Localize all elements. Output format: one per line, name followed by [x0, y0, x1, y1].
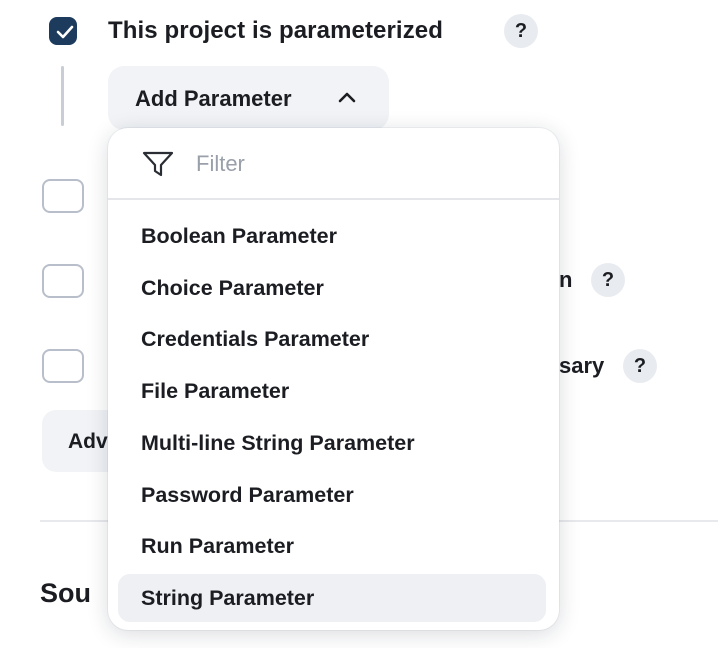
filter-input[interactable] — [194, 146, 528, 182]
menu-item-label: String Parameter — [141, 585, 315, 610]
menu-item-label: Multi-line String Parameter — [141, 430, 415, 455]
filter-divider — [108, 198, 559, 200]
menu-item-label: Boolean Parameter — [141, 224, 337, 248]
parameterized-checkbox[interactable] — [49, 17, 77, 45]
option-checkbox-2[interactable] — [42, 264, 84, 298]
menu-item-label: Choice Parameter — [141, 275, 324, 300]
menu-item-label: File Parameter — [141, 379, 290, 404]
menu-item-credentials-parameter[interactable]: Credentials Parameter — [118, 315, 546, 363]
option-2-help-icon[interactable]: ? — [591, 263, 625, 297]
option-3-help-icon[interactable]: ? — [623, 349, 657, 383]
menu-item-boolean-parameter[interactable]: Boolean Parameter — [118, 212, 546, 260]
add-parameter-button[interactable]: Add Parameter — [108, 66, 389, 130]
option-checkbox-3[interactable] — [42, 349, 84, 383]
filter-row — [108, 128, 559, 198]
menu-item-password-parameter[interactable]: Password Parameter — [118, 471, 546, 519]
menu-item-choice-parameter[interactable]: Choice Parameter — [118, 264, 546, 312]
option-label-3-partial: sary — [559, 353, 605, 378]
add-parameter-dropdown: Boolean Parameter Choice Parameter Crede… — [108, 128, 559, 630]
advanced-label-partial: Adv — [68, 430, 108, 453]
checkmark-icon — [56, 25, 74, 39]
chevron-up-icon — [338, 92, 356, 103]
filter-icon — [142, 151, 174, 177]
nested-indent-line — [61, 66, 64, 126]
menu-item-label: Run Parameter — [141, 534, 294, 559]
menu-item-string-parameter[interactable]: String Parameter — [118, 573, 546, 622]
menu-item-label: Password Parameter — [141, 482, 354, 507]
parameterized-label: This project is parameterized — [108, 17, 444, 44]
option-checkbox-1[interactable] — [42, 179, 84, 213]
menu-item-label: Credentials Parameter — [141, 327, 370, 352]
menu-item-file-parameter[interactable]: File Parameter — [118, 367, 546, 415]
option-label-2-partial: n — [559, 267, 573, 292]
menu-item-multi-line-string-parameter[interactable]: Multi-line String Parameter — [118, 419, 546, 467]
parameterized-help-icon[interactable]: ? — [504, 14, 538, 48]
menu-item-run-parameter[interactable]: Run Parameter — [118, 522, 546, 570]
section-title-partial: Sou — [40, 578, 91, 608]
add-parameter-label: Add Parameter — [135, 86, 292, 111]
